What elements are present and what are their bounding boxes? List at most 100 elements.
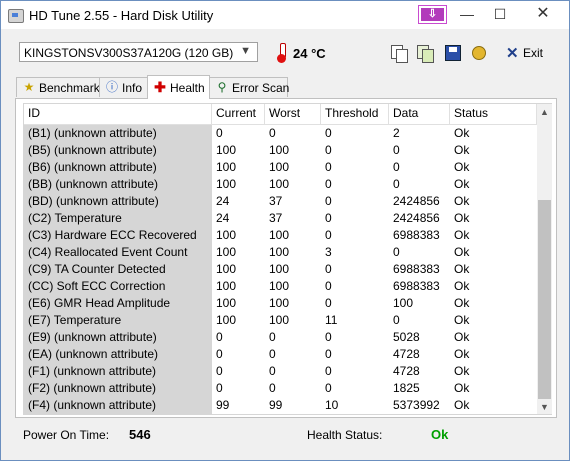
cell-worst: 100 [269,177,290,191]
cell-worst: 100 [269,313,290,327]
cell-threshold: 0 [325,177,332,191]
table-row[interactable]: (B6) (unknown attribute) 100 100 0 0 Ok [24,159,537,176]
table-row[interactable]: (E9) (unknown attribute) 0 0 0 5028 Ok [24,329,537,346]
column-header-current[interactable]: Current [212,104,265,124]
thermometer-icon [277,43,287,63]
copy-screenshot-icon[interactable] [416,44,434,63]
cell-data: 5373992 [393,398,440,412]
table-row[interactable]: (E6) GMR Head Amplitude 100 100 0 100 Ok [24,295,537,312]
cell-current: 100 [216,228,237,242]
scroll-down-icon[interactable]: ▼ [537,401,552,413]
cell-status: Ok [454,126,470,140]
cell-current: 100 [216,245,237,259]
cell-id: (E9) (unknown attribute) [24,329,212,346]
health-cross-icon: ✚ [154,79,166,95]
vertical-scrollbar[interactable]: ▲ ▼ [537,104,552,414]
tab-info[interactable]: ⓘ Info [99,77,148,97]
cell-worst: 100 [269,160,290,174]
benchmark-icon: ★ [23,80,35,94]
table-row[interactable]: (E7) Temperature 100 100 11 0 Ok [24,312,537,329]
cell-current: 100 [216,160,237,174]
cell-threshold: 0 [325,228,332,242]
cell-current: 100 [216,262,237,276]
tab-health[interactable]: ✚ Health [147,75,210,99]
cell-threshold: 0 [325,262,332,276]
cell-worst: 0 [269,330,276,344]
table-row[interactable]: (F2) (unknown attribute) 0 0 0 1825 Ok [24,380,537,397]
cell-worst: 100 [269,296,290,310]
cell-threshold: 3 [325,245,332,259]
save-icon[interactable] [444,44,462,62]
table-row[interactable]: (C4) Reallocated Event Count 100 100 3 0 Ok [24,244,537,261]
table-row[interactable]: (EA) (unknown attribute) 0 0 0 4728 Ok [24,346,537,363]
table-row[interactable]: (B5) (unknown attribute) 100 100 0 0 Ok [24,142,537,159]
cell-data: 4728 [393,364,420,378]
cell-status: Ok [454,398,470,412]
cell-status: Ok [454,262,470,276]
cell-id: (B5) (unknown attribute) [24,142,212,159]
info-icon: ⓘ [105,80,118,94]
column-header-data[interactable]: Data [389,104,450,124]
cell-current: 100 [216,177,237,191]
drive-select-value: KINGSTONSV300S37A120G (120 GB) [24,46,234,60]
column-header-id[interactable]: ID [24,104,212,124]
cell-id: (F4) (unknown attribute) [24,397,212,414]
cell-status: Ok [454,347,470,361]
cell-worst: 100 [269,279,290,293]
maximize-button[interactable]: ☐ [485,4,515,24]
scrollbar-thumb[interactable] [538,200,551,399]
health-status-value: Ok [431,427,449,442]
tab-label: Error Scan [232,81,290,95]
cell-id: (BD) (unknown attribute) [24,193,212,210]
copy-text-icon[interactable] [390,44,408,63]
options-icon[interactable] [470,44,488,62]
cell-threshold: 0 [325,347,332,361]
tab-benchmark[interactable]: ★ Benchmark [16,77,100,97]
cell-status: Ok [454,228,470,242]
cell-threshold: 0 [325,211,332,225]
cell-threshold: 0 [325,364,332,378]
column-header-worst[interactable]: Worst [265,104,321,124]
cell-data: 2424856 [393,194,440,208]
table-row[interactable]: (CC) Soft ECC Correction 100 100 0 6988383 Ok [24,278,537,295]
cell-current: 100 [216,143,237,157]
tab-error-scan[interactable]: ⚲ Error Scan [209,77,290,97]
cell-threshold: 0 [325,194,332,208]
cell-current: 100 [216,296,237,310]
table-row[interactable]: (C9) TA Counter Detected 100 100 0 6988383 Ok [24,261,537,278]
cell-current: 0 [216,381,223,395]
table-row[interactable]: (C3) Hardware ECC Recovered 100 100 0 698838… [24,227,537,244]
exit-button[interactable]: ✕ Exit [506,45,546,62]
drive-select[interactable]: KINGSTONSV300S37A120G (120 GB) ▼ [19,42,258,62]
close-button[interactable]: ✕ [528,4,558,24]
tab-label: Health [170,81,205,95]
table-row[interactable]: (F1) (unknown attribute) 0 0 0 4728 Ok [24,363,537,380]
cell-id: (C9) TA Counter Detected [24,261,212,278]
table-row[interactable]: (B1) (unknown attribute) 0 0 0 2 Ok [24,125,537,142]
cell-threshold: 0 [325,330,332,344]
cell-status: Ok [454,194,470,208]
cell-data: 4728 [393,347,420,361]
table-row[interactable]: (C2) Temperature 24 37 0 2424856 Ok [24,210,537,227]
minimize-button[interactable]: — [452,4,482,24]
cell-data: 6988383 [393,279,440,293]
cell-worst: 99 [269,398,283,412]
cell-worst: 0 [269,364,276,378]
table-row[interactable]: (BD) (unknown attribute) 24 37 0 2424856 Ok [24,193,537,210]
cell-id: (B1) (unknown attribute) [24,125,212,142]
scroll-up-icon[interactable]: ▲ [537,106,552,118]
column-header-status[interactable]: Status [450,104,537,124]
smart-table[interactable]: ID Current Worst Threshold Data Status (… [23,103,552,415]
cell-current: 0 [216,347,223,361]
column-header-threshold[interactable]: Threshold [321,104,389,124]
table-header: ID Current Worst Threshold Data Status [24,104,537,125]
app-window: HD Tune 2.55 - Hard Disk Utility ⇩ — ☐ ✕… [0,0,570,461]
table-row[interactable]: (F4) (unknown attribute) 99 99 10 5373992 Ok [24,397,537,414]
health-status-label: Health Status: [307,428,383,442]
table-row[interactable]: (BB) (unknown attribute) 100 100 0 0 Ok [24,176,537,193]
extra-caption-button[interactable]: ⇩ [418,5,447,24]
cell-status: Ok [454,381,470,395]
power-on-time-label: Power On Time: [23,428,110,442]
cell-current: 100 [216,313,237,327]
cell-data: 2 [393,126,400,140]
